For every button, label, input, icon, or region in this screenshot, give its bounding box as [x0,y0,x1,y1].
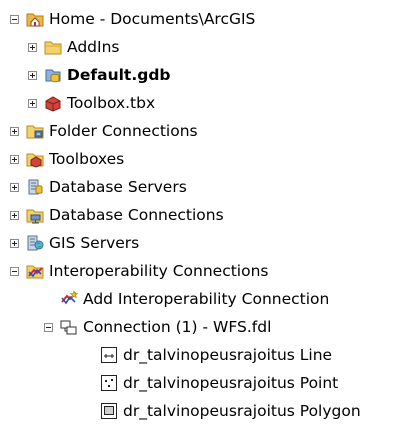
tree-item-label: dr_talvinopeusrajoitus Line [123,346,333,364]
tree-item-addins[interactable]: AddIns [28,34,119,60]
tree-item-default-gdb[interactable]: Default.gdb [28,62,171,88]
tree-item-label: Database Connections [49,206,224,224]
geodatabase-icon [45,69,61,83]
tree-item-label: GIS Servers [49,234,140,252]
interop-connection-icon [60,320,77,335]
tree-item-point-feature-class[interactable]: dr_talvinopeusrajoitus Point [100,370,338,396]
tree-item-label: Toolboxes [49,150,125,168]
tree-item-toolboxes[interactable]: Toolboxes [10,146,124,172]
point-feature-class-icon [101,375,117,391]
tree-item-label: Interoperability Connections [49,262,269,280]
expand-toggle[interactable] [28,42,37,52]
expand-toggle[interactable] [10,238,19,248]
expand-toggle[interactable] [10,210,19,220]
tree-item-connection-wfs[interactable]: Connection (1) - WFS.fdl [44,314,271,340]
tree-item-toolbox-tbx[interactable]: Toolbox.tbx [28,90,155,116]
database-server-icon [28,179,43,195]
expand-toggle[interactable] [28,98,37,108]
tree-item-label: dr_talvinopeusrajoitus Polygon [123,402,361,420]
interoperability-icon [26,265,44,279]
polygon-feature-class-icon [101,403,117,419]
tree-item-add-interoperability-connection[interactable]: Add Interoperability Connection [60,286,329,312]
tree-item-label: Add Interoperability Connection [83,290,330,308]
expand-toggle[interactable] [10,182,19,192]
tree-item-label: Database Servers [49,178,187,196]
expand-toggle[interactable] [28,70,37,80]
tree-item-polygon-feature-class[interactable]: dr_talvinopeusrajoitus Polygon [100,398,361,424]
toolbox-icon [26,153,44,168]
line-feature-class-icon [101,347,117,363]
toolbox-icon [45,96,61,112]
tree-item-folder-connections[interactable]: Folder Connections [10,118,198,144]
add-interop-connection-icon [61,290,78,305]
folder-connection-icon [26,125,44,139]
tree-item-label: Default.gdb [67,66,171,84]
tree-item-label: Folder Connections [49,122,198,140]
tree-item-gis-servers[interactable]: GIS Servers [10,230,139,256]
database-connection-icon [26,209,44,224]
expand-toggle[interactable] [10,126,19,136]
tree-item-interoperability-connections[interactable]: Interoperability Connections [10,258,268,284]
tree-item-database-servers[interactable]: Database Servers [10,174,187,200]
collapse-toggle[interactable] [10,14,19,24]
collapse-toggle[interactable] [10,266,19,276]
tree-item-label: Toolbox.tbx [67,94,156,112]
expand-toggle[interactable] [10,154,19,164]
home-folder-icon [26,13,44,27]
tree-item-database-connections[interactable]: Database Connections [10,202,224,228]
tree-item-label: AddIns [67,38,120,56]
tree-item-label: Connection (1) - WFS.fdl [83,318,272,336]
gis-server-icon [27,235,44,251]
folder-icon [44,41,62,55]
collapse-toggle[interactable] [44,322,53,332]
tree-item-label: dr_talvinopeusrajoitus Point [123,374,339,392]
tree-item-label: Home - Documents\ArcGIS [49,10,256,28]
tree-item-home[interactable]: Home - Documents\ArcGIS [10,6,255,32]
tree-item-line-feature-class[interactable]: dr_talvinopeusrajoitus Line [100,342,332,368]
